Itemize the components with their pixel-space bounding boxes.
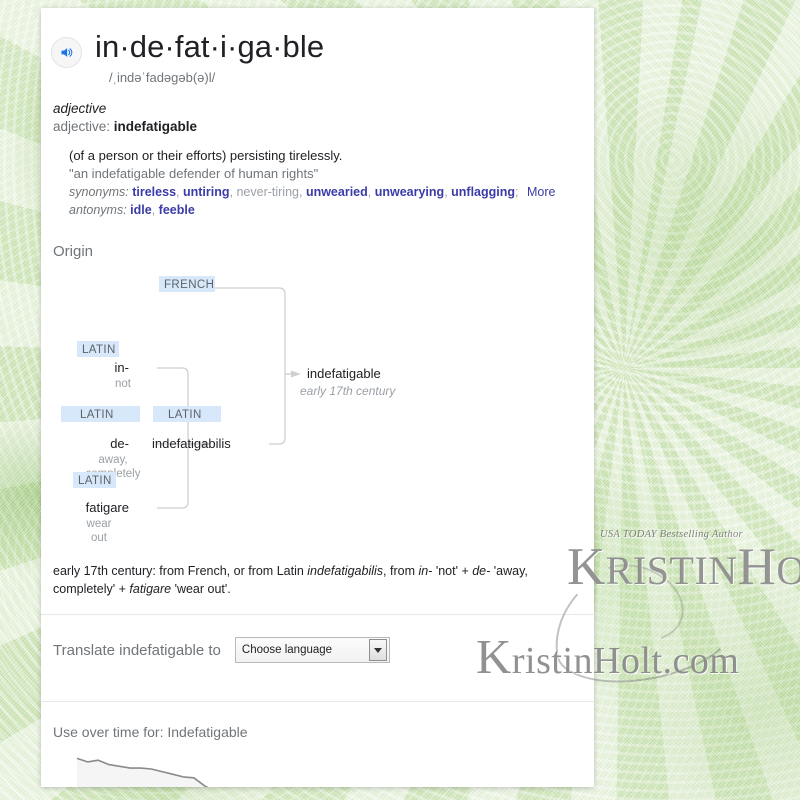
etymology-node-lat3: LATIN <box>78 475 112 487</box>
word-separator: ; <box>515 185 519 199</box>
page-title: in·de·fat·i·ga·ble <box>95 29 325 64</box>
etymology-node-lat1: LATIN <box>82 344 116 356</box>
etymology-node-w4: indefatigabilis <box>152 436 231 451</box>
etymology-node-lat2: LATIN <box>80 409 114 421</box>
word-link-unwearied[interactable]: unwearied <box>302 185 368 199</box>
etymology-node-g3b: out <box>91 532 108 544</box>
word-link-unwearying[interactable]: unwearying <box>371 185 444 199</box>
etymology-node-g3a: wear <box>86 518 112 530</box>
etymology-root-fatigare: fatigare <box>129 582 172 596</box>
etymology-text-e: 'wear out'. <box>171 582 231 596</box>
etymology-node-res: indefatigable <box>307 366 381 381</box>
word-link-untiring[interactable]: untiring <box>180 185 230 199</box>
antonyms-list: idle, feeble <box>130 203 195 217</box>
synonyms-label: synonyms: <box>69 185 129 199</box>
antonyms-row: antonyms: idle, feeble <box>69 201 594 219</box>
etymology-text-c: 'not' + <box>432 564 473 578</box>
word-link-tireless[interactable]: tireless <box>132 185 176 199</box>
word-link-unflagging[interactable]: unflagging <box>448 185 515 199</box>
etymology-text-b: , from <box>383 564 419 578</box>
speaker-icon[interactable] <box>51 37 82 68</box>
etymology-node-w3: fatigare <box>86 500 129 515</box>
word-block: in·de·fat·i·ga·ble /ˌindəˈfadəɡəb(ə)l/ <box>95 29 325 86</box>
part-of-speech: adjective <box>53 101 107 116</box>
etymology-prefix-de: de- <box>472 564 491 578</box>
etymology-node-g1: not <box>115 378 132 390</box>
pos-prefix: adjective: <box>53 119 114 134</box>
etymology-prefix-in: in- <box>418 564 433 578</box>
etymology-text-a: early 17th century: from French, or from… <box>53 564 308 578</box>
origin-heading: Origin <box>53 243 94 260</box>
etymology-latin-word: indefatigabilis <box>307 564 384 578</box>
divider-above-chart <box>41 701 594 702</box>
etymology-node-lat4: LATIN <box>168 409 202 421</box>
word-plain-never-tiring: never-tiring <box>232 185 299 199</box>
chevron-down-glyph <box>373 647 382 653</box>
word-link-idle[interactable]: idle <box>130 203 152 217</box>
chevron-down-icon[interactable] <box>368 639 387 661</box>
chart-area-fill <box>77 758 207 787</box>
pos-word: indefatigable <box>113 119 198 134</box>
antonyms-label: antonyms: <box>69 203 127 217</box>
etymology-node-w2: de- <box>110 436 129 451</box>
etymology-node-resd: early 17th century <box>300 384 396 398</box>
language-select-value[interactable]: Choose language <box>236 644 369 656</box>
definition-block: (of a person or their efforts) persistin… <box>69 147 594 219</box>
translate-label: Translate indefatigable to <box>53 641 221 659</box>
synonyms-row: synonyms: tireless, untiring, never-tiri… <box>69 183 594 201</box>
dictionary-card: in·de·fat·i·ga·ble /ˌindəˈfadəɡəb(ə)l/ a… <box>41 8 594 787</box>
etymology-paragraph: early 17th century: from French, or from… <box>53 562 580 598</box>
translate-row: Translate indefatigable to Choose langua… <box>41 615 594 685</box>
pos-headword-line: adjective: indefatigable <box>53 119 594 134</box>
phonetic-transcription: /ˌindəˈfadəɡəb(ə)l/ <box>109 70 216 85</box>
chart-title: Use over time for: Indefatigable <box>53 724 248 740</box>
synonyms-more-link[interactable]: More <box>527 185 555 199</box>
headword-row: in·de·fat·i·ga·ble /ˌindəˈfadəɡəb(ə)l/ <box>41 8 594 85</box>
etymology-tree: FRENCH LATIN in- not LATIN de- away, com… <box>51 264 594 554</box>
etymology-node-g2a: away, <box>98 454 127 466</box>
etymology-node-w1: in- <box>115 360 129 375</box>
definition-sense: (of a person or their efforts) persistin… <box>69 148 343 163</box>
etymology-node-french: FRENCH <box>164 279 214 291</box>
word-link-feeble[interactable]: feeble <box>155 203 195 217</box>
synonyms-list: tireless, untiring, never-tiring, unwear… <box>132 185 518 199</box>
language-select[interactable]: Choose language <box>234 637 390 663</box>
definition-example: "an indefatigable defender of human righ… <box>69 166 319 181</box>
usage-chart: Mentions 18001850190019502010 <box>53 750 594 787</box>
